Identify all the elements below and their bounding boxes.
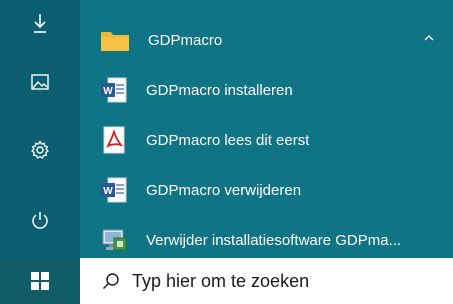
app-item-label: GDPmacro lees dit eerst xyxy=(146,131,310,149)
folder-icon xyxy=(101,32,129,51)
start-menu-rail xyxy=(0,0,80,258)
rail-pictures-button[interactable] xyxy=(0,58,80,106)
pdf-document-icon xyxy=(103,126,125,154)
uninstall-program-icon xyxy=(102,229,127,251)
app-item-label: GDPmacro installeren xyxy=(146,81,293,99)
taskbar-search-box[interactable]: Typ hier om te zoeken xyxy=(80,258,453,304)
downloads-icon xyxy=(34,14,46,33)
power-icon xyxy=(32,212,48,229)
app-item-gdpmacro-verwijderen[interactable]: W GDPmacro verwijderen xyxy=(100,172,443,208)
app-item-gdpmacro-lees-dit-eerst[interactable]: GDPmacro lees dit eerst xyxy=(100,122,443,158)
app-group-label: GDPmacro xyxy=(148,31,223,49)
word-document-icon: W xyxy=(101,177,127,203)
word-document-icon: W xyxy=(101,77,127,103)
rail-power-button[interactable] xyxy=(0,196,80,244)
svg-text:W: W xyxy=(103,86,113,97)
start-menu: GDPmacro W GDPmacro installeren GDPmacro… xyxy=(0,0,453,304)
app-list: GDPmacro W GDPmacro installeren GDPmacro… xyxy=(80,0,453,258)
app-item-verwijder-installatiesoftware[interactable]: Verwijder installatiesoftware GDPma... xyxy=(100,222,443,258)
app-item-label: GDPmacro verwijderen xyxy=(146,181,302,199)
app-item-gdpmacro-installeren[interactable]: W GDPmacro installeren xyxy=(100,72,443,108)
chevron-up-icon[interactable] xyxy=(423,32,435,44)
app-group-gdpmacro[interactable]: GDPmacro xyxy=(100,22,453,58)
rail-settings-button[interactable] xyxy=(0,126,80,174)
start-button[interactable] xyxy=(0,258,80,304)
taskbar: Typ hier om te zoeken xyxy=(0,258,453,304)
search-icon xyxy=(103,273,119,289)
svg-text:W: W xyxy=(103,186,113,197)
pictures-icon xyxy=(31,74,49,90)
app-item-label: Verwijder installatiesoftware GDPma... xyxy=(146,231,402,249)
settings-gear-icon xyxy=(30,140,50,159)
search-placeholder: Typ hier om te zoeken xyxy=(132,270,310,291)
windows-logo-icon xyxy=(31,272,49,290)
rail-downloads-button[interactable] xyxy=(0,0,80,48)
